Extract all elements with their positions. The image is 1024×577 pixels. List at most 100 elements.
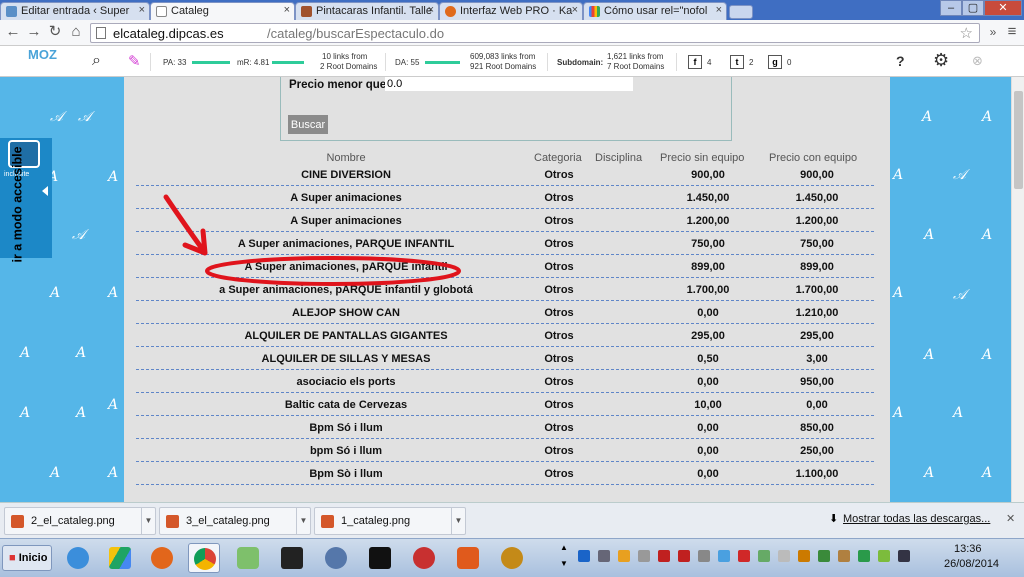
decor-glyph: A <box>982 109 993 125</box>
clock-time[interactable]: 13:36 <box>954 543 982 555</box>
links-line1: 609,083 links from <box>470 52 536 61</box>
chevron-down-icon[interactable]: ▼ <box>141 508 155 534</box>
page-scrollbar[interactable] <box>1011 77 1024 502</box>
chrome-taskbar-button[interactable] <box>188 543 220 573</box>
tray-icon[interactable] <box>618 550 630 562</box>
decor-glyph: A <box>893 167 904 183</box>
app-taskbar-button[interactable] <box>232 543 264 573</box>
tab-editar-entrada[interactable]: Editar entrada ‹ Super × <box>0 2 150 20</box>
taskbar-scroll-up-icon[interactable]: ▲ <box>560 543 568 552</box>
clock-date[interactable]: 26/08/2014 <box>944 558 999 570</box>
decor-glyph: 𝒜 <box>78 109 92 125</box>
new-tab-button[interactable] <box>729 5 753 19</box>
tab-interfaz-web[interactable]: Interfaz Web PRO · Ka × <box>439 2 583 20</box>
facebook-count: 4 <box>707 58 712 67</box>
mr-metric: mR: 4.81 <box>237 58 270 67</box>
tray-icon[interactable] <box>738 550 750 562</box>
cell-nombre: Baltic cata de Cervezas <box>284 399 408 411</box>
address-bar[interactable]: elcataleg.dipcas.es /cataleg/buscarEspec… <box>90 23 980 43</box>
gear-icon[interactable]: ⚙ <box>933 50 949 71</box>
cell-precio-sin: 0,00 <box>697 422 719 434</box>
app-icon <box>325 547 347 569</box>
close-icon[interactable]: ✕ <box>1006 512 1015 525</box>
tab-pintacaras[interactable]: Pintacaras Infantil. Talle × <box>295 2 439 20</box>
download-item[interactable]: 2_el_cataleg.png ▼ <box>4 507 156 535</box>
tray-icon[interactable] <box>578 550 590 562</box>
close-icon[interactable]: × <box>284 4 290 16</box>
app-taskbar-button[interactable] <box>320 543 352 573</box>
stats-taskbar-button[interactable] <box>276 543 308 573</box>
tray-icon[interactable] <box>678 550 690 562</box>
search-button[interactable]: Buscar <box>288 115 328 134</box>
tray-icon[interactable] <box>818 550 830 562</box>
volume-icon[interactable] <box>778 550 790 562</box>
cell-categoria: Otros <box>544 192 574 204</box>
table-row: A Super animaciones, pARQUE infantil Otro… <box>136 255 874 278</box>
minimize-button[interactable]: – <box>940 0 962 16</box>
menu-icon[interactable]: ≡ <box>1003 23 1021 41</box>
app-taskbar-button[interactable] <box>364 543 396 573</box>
windows-logo-icon: ■ <box>9 552 16 564</box>
cell-categoria: Otros <box>544 169 574 181</box>
home-icon[interactable]: ⌂ <box>67 23 85 41</box>
camera-icon <box>457 547 479 569</box>
maximize-button[interactable]: ▢ <box>962 0 984 16</box>
ie-taskbar-button[interactable] <box>62 543 94 573</box>
tray-icon[interactable] <box>658 550 670 562</box>
cell-precio-con: 850,00 <box>800 422 834 434</box>
tray-icon[interactable] <box>698 550 710 562</box>
start-button[interactable]: ■ Inicio <box>2 545 52 571</box>
camera-taskbar-button[interactable] <box>452 543 484 573</box>
close-icon[interactable]: × <box>428 4 434 16</box>
download-item[interactable]: 3_el_cataleg.png ▼ <box>159 507 311 535</box>
divider <box>547 53 548 71</box>
close-icon[interactable]: × <box>572 4 578 16</box>
decor-glyph: A <box>108 465 119 481</box>
tab-como-usar[interactable]: Cómo usar rel="nofol × <box>583 2 727 20</box>
firefox-icon <box>151 547 173 569</box>
bookmark-star-icon[interactable]: ☆ <box>960 24 973 42</box>
close-window-button[interactable]: ✕ <box>984 0 1022 16</box>
close-circle-icon[interactable]: ⊗ <box>972 53 983 69</box>
back-arrow-icon[interactable]: ← <box>4 23 22 41</box>
forward-arrow-icon[interactable]: → <box>25 23 43 41</box>
accessible-mode-link[interactable]: ir a modo accesible <box>11 146 25 262</box>
drive-taskbar-button[interactable] <box>104 543 136 573</box>
page-analysis-icon[interactable]: ⌕ <box>92 52 101 70</box>
help-icon[interactable]: ? <box>896 53 905 69</box>
divider <box>150 53 151 71</box>
show-all-downloads-link[interactable]: Mostrar todas las descargas... <box>843 513 990 525</box>
collapse-arrow-icon[interactable] <box>42 186 48 196</box>
tray-icon[interactable] <box>858 550 870 562</box>
close-icon[interactable]: × <box>139 4 145 16</box>
extensions-chevron-icon[interactable]: » <box>984 23 1002 41</box>
tray-icon[interactable] <box>758 550 770 562</box>
tray-icon[interactable] <box>598 550 610 562</box>
tray-icon[interactable] <box>878 550 890 562</box>
moz-logo: MOZ <box>28 47 57 62</box>
chevron-down-icon[interactable]: ▼ <box>296 508 310 534</box>
app-taskbar-button[interactable] <box>408 543 440 573</box>
scroll-thumb[interactable] <box>1014 91 1023 189</box>
tab-cataleg[interactable]: Cataleg × <box>150 2 295 20</box>
reload-icon[interactable]: ↻ <box>46 23 64 41</box>
tray-icon[interactable] <box>838 550 850 562</box>
app-icon <box>413 547 435 569</box>
price-input[interactable] <box>385 77 633 91</box>
network-icon[interactable] <box>898 550 910 562</box>
close-icon[interactable]: × <box>716 4 722 16</box>
taskbar-scroll-down-icon[interactable]: ▼ <box>560 559 568 568</box>
tray-icon[interactable] <box>718 550 730 562</box>
tray-icon[interactable] <box>638 550 650 562</box>
download-filename: 3_el_cataleg.png <box>186 515 270 527</box>
download-filename: 2_el_cataleg.png <box>31 515 115 527</box>
inclusite-widget[interactable]: inclusite ir a modo accesible <box>0 138 52 263</box>
table-row: ALQUILER DE SILLAS Y MESAS Otros 0,50 3,00 <box>136 347 874 370</box>
app-taskbar-button[interactable] <box>496 543 528 573</box>
tray-icon[interactable] <box>798 550 810 562</box>
download-item[interactable]: 1_cataleg.png ▼ <box>314 507 466 535</box>
chevron-down-icon[interactable]: ▼ <box>451 508 465 534</box>
highlighter-icon[interactable]: ✎ <box>128 52 141 70</box>
firefox-taskbar-button[interactable] <box>146 543 178 573</box>
page-icon <box>96 27 106 39</box>
